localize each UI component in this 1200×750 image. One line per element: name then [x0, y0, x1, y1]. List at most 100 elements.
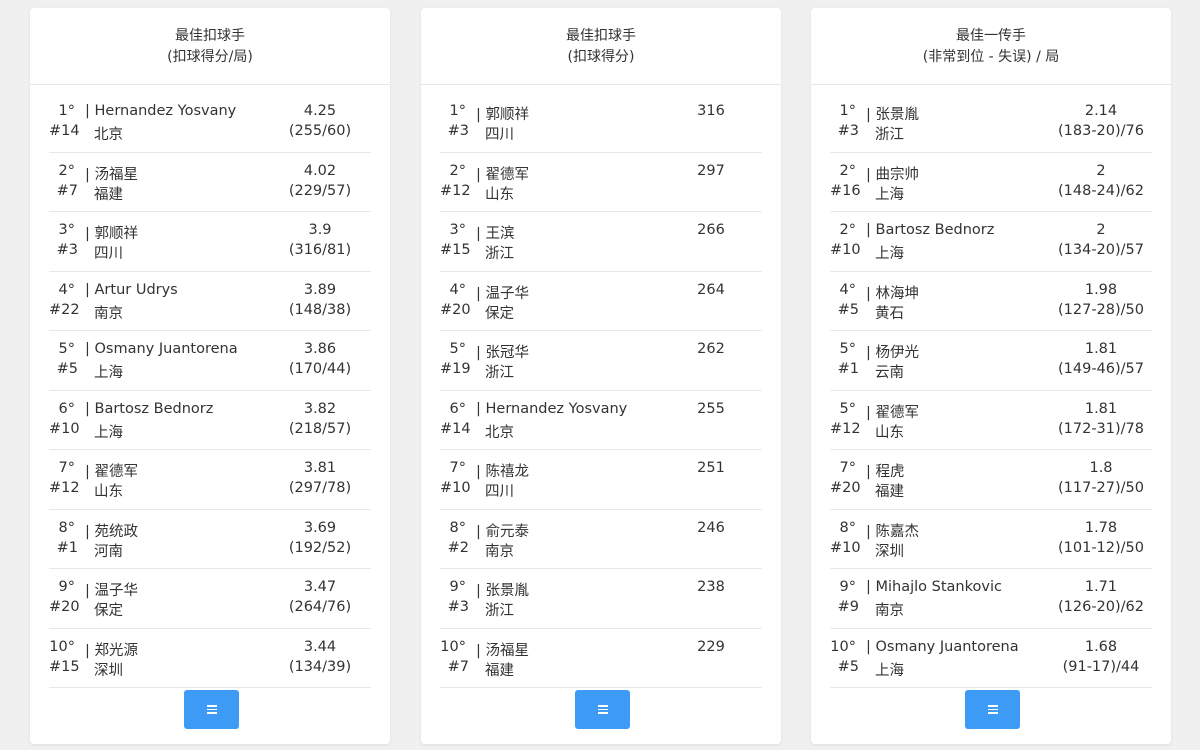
- stat-value: 255: [697, 400, 725, 417]
- player-number: #5: [837, 301, 859, 318]
- menu-icon: [987, 705, 998, 714]
- stat-value: 316: [697, 103, 725, 119]
- stat-detail: (127-28)/50: [1057, 301, 1144, 318]
- stat-detail: (192/52): [288, 539, 352, 556]
- player-number: #2: [447, 539, 469, 556]
- card-best-attacker-per-set: 最佳扣球手 (扣球得分/局) 1° #14 Hernandez Yosvany 北京 4…: [30, 8, 390, 744]
- player-number: #20: [440, 301, 471, 318]
- ranking-row: 2° #16 曲宗帅上海 2 (148-24)/62: [830, 153, 1152, 212]
- rank: 9°: [839, 579, 856, 595]
- team-name: 河南: [94, 543, 123, 560]
- menu-button[interactable]: [575, 690, 630, 729]
- player-name: 陈嘉杰: [870, 520, 920, 541]
- ranking-row: 3° #15 王滨浙江 266: [440, 212, 762, 272]
- rank: 3°: [58, 222, 75, 238]
- stat-detail: (183-20)/76: [1057, 123, 1144, 139]
- rank: 2°: [839, 162, 856, 179]
- rank: 4°: [58, 281, 75, 298]
- stat-detail: (316/81): [288, 242, 352, 258]
- team-name: 黄石: [875, 305, 904, 322]
- rank: 8°: [449, 519, 466, 536]
- stat-value: 1.71: [1084, 579, 1118, 595]
- player-number: #7: [56, 182, 78, 199]
- stat-value: 3.82: [303, 400, 337, 417]
- stat-detail: (264/76): [288, 599, 352, 615]
- stat-value: 1.78: [1084, 519, 1118, 536]
- player-name: 杨伊光: [870, 341, 920, 362]
- team-name: 深圳: [94, 662, 123, 679]
- card-title: 最佳一传手: [956, 28, 1026, 44]
- player-name: 陈禧龙: [480, 460, 530, 481]
- stat-value: 246: [697, 519, 725, 536]
- team-name: 上海: [94, 365, 123, 381]
- team-name: 上海: [875, 662, 904, 679]
- player-name: 张景胤: [870, 103, 920, 124]
- ranking-list: 1° #3 张景胤浙江 2.14 (183-20)/76 2° #16 曲宗帅上海 2 (148…: [830, 93, 1152, 688]
- ranking-row: 2° #10 Bartosz Bednorz 上海 2 (134-20)/57: [830, 212, 1152, 272]
- stat-detail: (101-12)/50: [1057, 539, 1144, 556]
- card-title: 最佳扣球手: [175, 28, 245, 44]
- team-name: 保定: [485, 305, 514, 322]
- player-number: #3: [447, 599, 469, 615]
- player-name: 温子华: [480, 282, 530, 303]
- team-name: 浙江: [485, 603, 514, 619]
- card-subtitle: (扣球得分): [567, 49, 635, 65]
- team-name: 福建: [875, 484, 904, 500]
- stat-value: 1.81: [1084, 400, 1118, 417]
- stat-value: 3.81: [303, 460, 337, 476]
- team-name: 上海: [875, 186, 904, 203]
- player-number: #14: [440, 420, 471, 437]
- stat-detail: (229/57): [288, 182, 352, 199]
- player-name: Bartosz Bednorz: [870, 222, 995, 238]
- rank: 2°: [58, 162, 75, 179]
- player-number: #15: [49, 658, 80, 675]
- stat-detail: (149-46)/57: [1057, 361, 1144, 377]
- player-name: 翟德军: [89, 460, 139, 481]
- rank: 10°: [49, 638, 75, 655]
- stat-detail: (148-24)/62: [1057, 182, 1144, 199]
- stat-value: 1.81: [1084, 341, 1118, 357]
- player-number: #20: [830, 480, 861, 496]
- stat-value: 2.14: [1084, 103, 1118, 119]
- ranking-row: 5° #12 翟德军山东 1.81 (172-31)/78: [830, 391, 1152, 450]
- menu-button[interactable]: [184, 690, 239, 729]
- player-name: 王滨: [480, 222, 515, 243]
- team-name: 四川: [485, 127, 514, 143]
- menu-icon: [597, 705, 608, 714]
- team-name: 四川: [485, 484, 514, 500]
- stat-value: 3.44: [303, 638, 337, 655]
- rank: 3°: [449, 222, 466, 238]
- stat-detail: (170/44): [288, 361, 352, 377]
- ranking-row: 1° #3 张景胤浙江 2.14 (183-20)/76: [830, 93, 1152, 153]
- player-name: 翟德军: [870, 401, 920, 422]
- stat-value: 251: [697, 460, 725, 476]
- ranking-list: 1° #14 Hernandez Yosvany 北京 4.25 (255/60) 2° #…: [49, 93, 371, 688]
- player-number: #10: [830, 242, 861, 258]
- team-name: 浙江: [485, 365, 514, 381]
- rank: 5°: [839, 341, 856, 357]
- player-name: Osmany Juantorena: [870, 639, 1019, 655]
- stat-value: 1.8: [1089, 460, 1113, 476]
- leaderboard-page: 最佳扣球手 (扣球得分/局) 1° #14 Hernandez Yosvany 北京 4…: [0, 0, 1200, 750]
- rank: 10°: [440, 638, 466, 655]
- rank: 9°: [58, 579, 75, 595]
- ranking-row: 5° #1 杨伊光云南 1.81 (149-46)/57: [830, 331, 1152, 391]
- ranking-row: 7° #10 陈禧龙四川 251: [440, 450, 762, 510]
- stat-detail: (134-20)/57: [1057, 242, 1144, 258]
- player-number: #10: [49, 420, 80, 437]
- menu-button[interactable]: [965, 690, 1020, 729]
- team-name: 南京: [94, 305, 123, 322]
- rank: 1°: [58, 103, 75, 119]
- rank: 7°: [449, 460, 466, 476]
- player-number: #9: [837, 599, 859, 615]
- ranking-row: 1° #3 郭顺祥四川 316: [440, 93, 762, 153]
- player-name: 苑统政: [89, 520, 139, 541]
- team-name: 山东: [875, 424, 904, 441]
- player-name: Hernandez Yosvany: [89, 103, 237, 119]
- player-name: Osmany Juantorena: [89, 341, 238, 357]
- team-name: 深圳: [875, 543, 904, 560]
- ranking-row: 7° #12 翟德军山东 3.81 (297/78): [49, 450, 371, 510]
- ranking-row: 10° #5 Osmany Juantorena 上海 1.68 (91-17)/44: [830, 629, 1152, 688]
- stat-detail: (218/57): [288, 420, 352, 437]
- stat-value: 1.98: [1084, 281, 1118, 298]
